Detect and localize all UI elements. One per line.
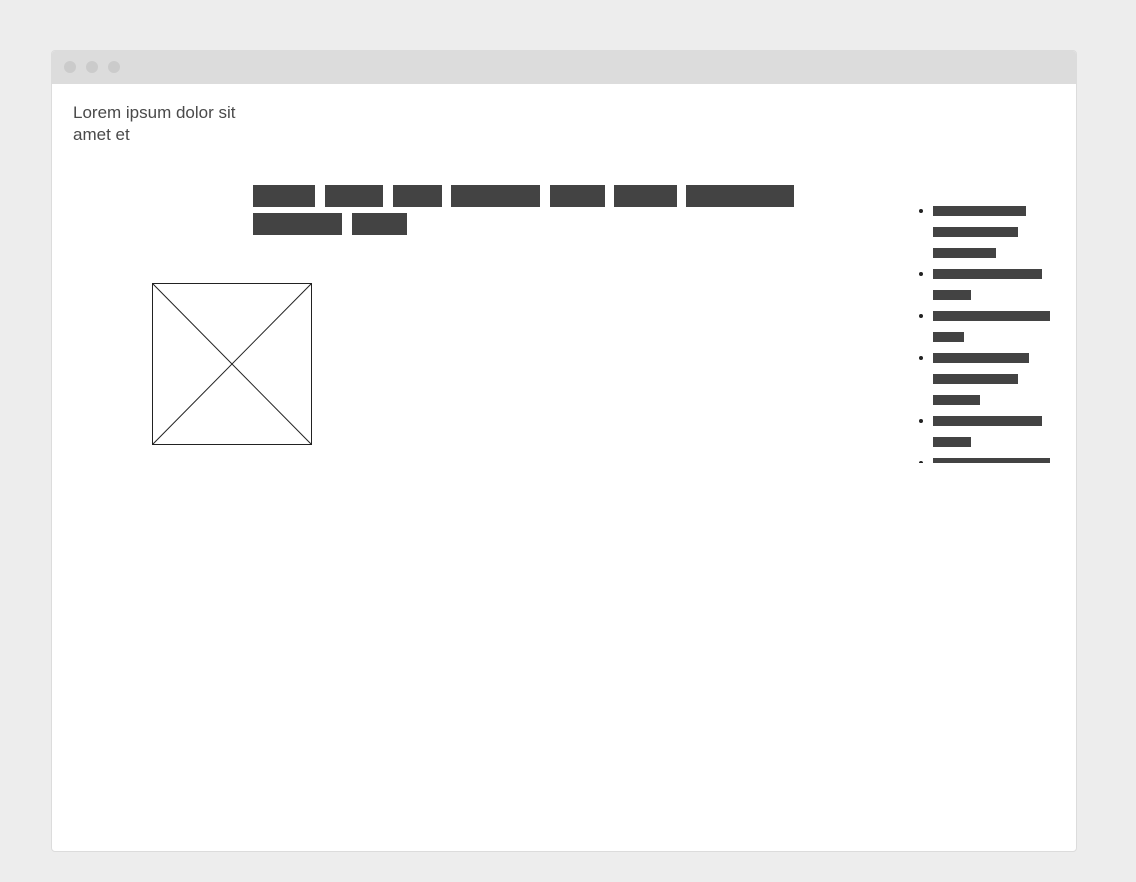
window-close-dot-icon[interactable]: [64, 61, 76, 73]
nav-item-3[interactable]: [393, 185, 442, 207]
bullet-icon: [919, 272, 923, 276]
list-item-line: [933, 437, 971, 447]
list-item-line: [933, 458, 1050, 463]
nav-item-1[interactable]: [253, 185, 315, 207]
list-item-line: [933, 416, 1042, 426]
nav-item-5[interactable]: [550, 185, 605, 207]
nav-item-4[interactable]: [451, 185, 540, 207]
nav-item-6[interactable]: [614, 185, 677, 207]
list-item-line: [933, 290, 971, 300]
list-item-line: [933, 374, 1018, 384]
list-item-line: [933, 332, 964, 342]
site-logo-text[interactable]: Lorem ipsum dolor sit amet et: [73, 102, 243, 146]
list-item-line: [933, 269, 1042, 279]
image-placeholder: [152, 283, 312, 445]
nav-item-7[interactable]: [686, 185, 794, 207]
list-item-line: [933, 206, 1026, 216]
bullet-icon: [919, 314, 923, 318]
window-titlebar: [52, 51, 1076, 84]
list-item-line: [933, 248, 996, 258]
nav-item-8[interactable]: [253, 213, 342, 235]
list-item-line: [933, 353, 1029, 363]
window-maximize-dot-icon[interactable]: [108, 61, 120, 73]
list-item-line: [933, 311, 1050, 321]
window-minimize-dot-icon[interactable]: [86, 61, 98, 73]
list-item-line: [933, 395, 980, 405]
nav-item-2[interactable]: [325, 185, 383, 207]
image-placeholder-icon: [152, 283, 312, 445]
bullet-icon: [919, 461, 923, 463]
browser-window: Lorem ipsum dolor sit amet et: [51, 50, 1077, 852]
nav-item-9[interactable]: [352, 213, 407, 235]
bullet-icon: [919, 356, 923, 360]
bullet-icon: [919, 419, 923, 423]
list-item-line: [933, 227, 1018, 237]
sidebar-list: [912, 201, 1062, 463]
bullet-icon: [919, 209, 923, 213]
